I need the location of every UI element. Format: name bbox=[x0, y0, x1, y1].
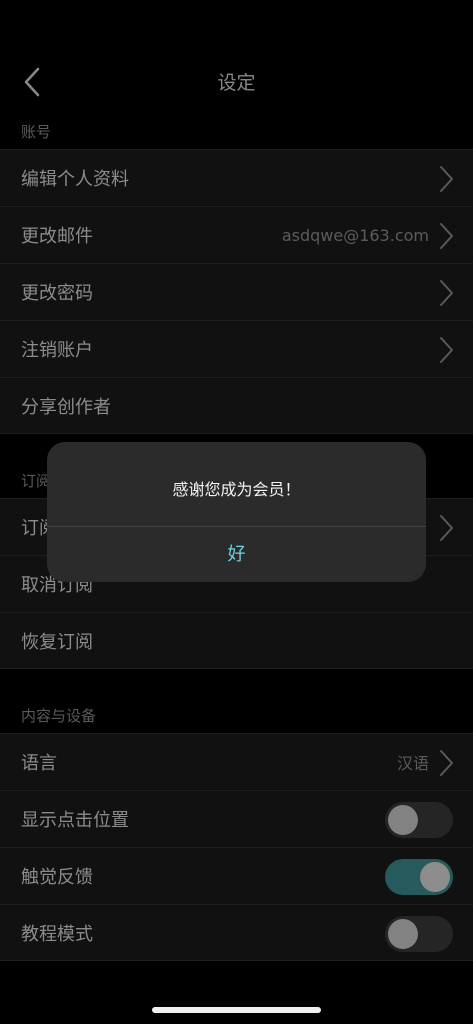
home-indicator[interactable] bbox=[152, 1007, 321, 1013]
membership-dialog: 感谢您成为会员！ 好 bbox=[47, 442, 426, 582]
dialog-ok-button[interactable]: 好 bbox=[47, 527, 426, 582]
dialog-message: 感谢您成为会员！ bbox=[172, 480, 301, 499]
